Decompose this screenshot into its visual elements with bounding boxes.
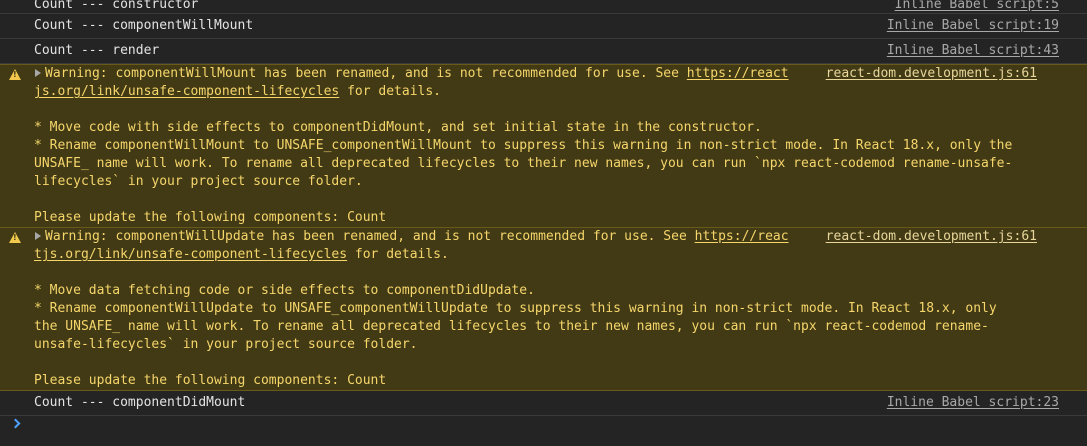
warning-text: for details. [339, 84, 441, 99]
warning-text: unsafe-lifecycles` in your project sourc… [34, 337, 418, 352]
warning-text: * Move data fetching code or side effect… [34, 283, 535, 298]
console-warning-message: Warning: componentWillUpdate has been re… [0, 228, 1087, 391]
expand-triangle-icon[interactable] [35, 69, 41, 77]
log-message: Count --- render [34, 43, 160, 58]
console-prompt[interactable] [0, 416, 1087, 430]
log-source-link[interactable]: Inline Babel script:19 [887, 14, 1059, 38]
warning-source-link[interactable]: react-dom.development.js:61 [817, 228, 1037, 246]
log-message: Count --- componentWillMount [34, 18, 254, 33]
console-log-row: Count --- componentDidMount Inline Babel… [0, 391, 1087, 416]
warning-url-link[interactable]: https://reac [695, 229, 789, 244]
prompt-chevron-icon [10, 418, 21, 429]
log-source-link[interactable]: Inline Babel script:43 [887, 39, 1059, 63]
warning-url-link[interactable]: js.org/link/unsafe-component-lifecycles [34, 84, 339, 99]
warning-text: Warning: componentWillMount has been ren… [45, 66, 687, 81]
log-source-link[interactable]: Inline Babel script:23 [887, 391, 1059, 415]
warning-text: Please update the following components: … [34, 373, 387, 388]
warning-text: Warning: componentWillUpdate has been re… [45, 229, 695, 244]
warning-text: * Rename componentWillMount to UNSAFE_co… [34, 138, 1013, 153]
warning-text: for details. [347, 247, 449, 262]
warning-url-link[interactable]: tjs.org/link/unsafe-component-lifecycles [34, 247, 347, 262]
warning-text: UNSAFE_ name will work. To rename all de… [34, 156, 1013, 171]
log-message: Count --- componentDidMount [34, 395, 246, 410]
warning-icon [9, 232, 21, 243]
warning-text: * Rename componentWillUpdate to UNSAFE_c… [34, 301, 997, 316]
log-message: Count --- constructor [34, 0, 199, 12]
warning-url-link[interactable]: https://react [687, 66, 789, 81]
expand-triangle-icon[interactable] [35, 232, 41, 240]
warning-icon [9, 69, 21, 80]
warning-source-link[interactable]: react-dom.development.js:61 [817, 65, 1037, 83]
console-log-row: Count --- render Inline Babel script:43 [0, 39, 1087, 64]
warning-text: Please update the following components: … [34, 210, 387, 225]
console-log-row: Count --- constructor Inline Babel scrip… [0, 0, 1087, 14]
warning-text: lifecycles` in your project source folde… [34, 174, 363, 189]
console-log-row: Count --- componentWillMount Inline Babe… [0, 14, 1087, 39]
warning-text: the UNSAFE_ name will work. To rename al… [34, 319, 989, 334]
console-warning-message: Warning: componentWillMount has been ren… [0, 64, 1087, 228]
devtools-console: Count --- constructor Inline Babel scrip… [0, 0, 1087, 446]
warning-text: * Move code with side effects to compone… [34, 120, 762, 135]
log-source-link[interactable]: Inline Babel script:5 [895, 0, 1059, 11]
